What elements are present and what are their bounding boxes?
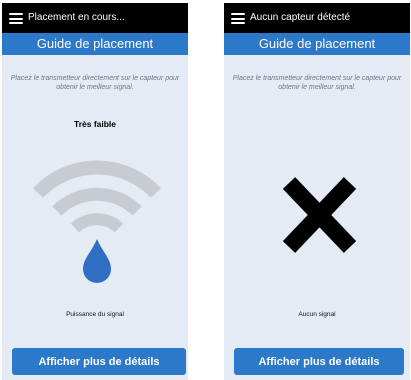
water-drop-icon: [83, 239, 111, 283]
screen-no-sensor-detected: Aucun capteur détecté Guide de placement…: [224, 3, 410, 380]
show-details-button[interactable]: Afficher plus de détails: [12, 348, 186, 375]
signal-caption: Puissance du signal: [66, 311, 124, 318]
show-details-button[interactable]: Afficher plus de détails: [234, 348, 404, 375]
signal-arc-inner: [70, 213, 124, 233]
signal-arc-middle: [52, 187, 142, 216]
screen-placement-in-progress: Placement en cours... Guide de placement…: [2, 3, 188, 380]
comparison-stage: Placement en cours... Guide de placement…: [0, 0, 411, 380]
wifi-signal-icon: [32, 160, 162, 283]
signal-caption: Aucun signal: [298, 311, 336, 318]
no-signal-x-icon: [282, 177, 357, 253]
